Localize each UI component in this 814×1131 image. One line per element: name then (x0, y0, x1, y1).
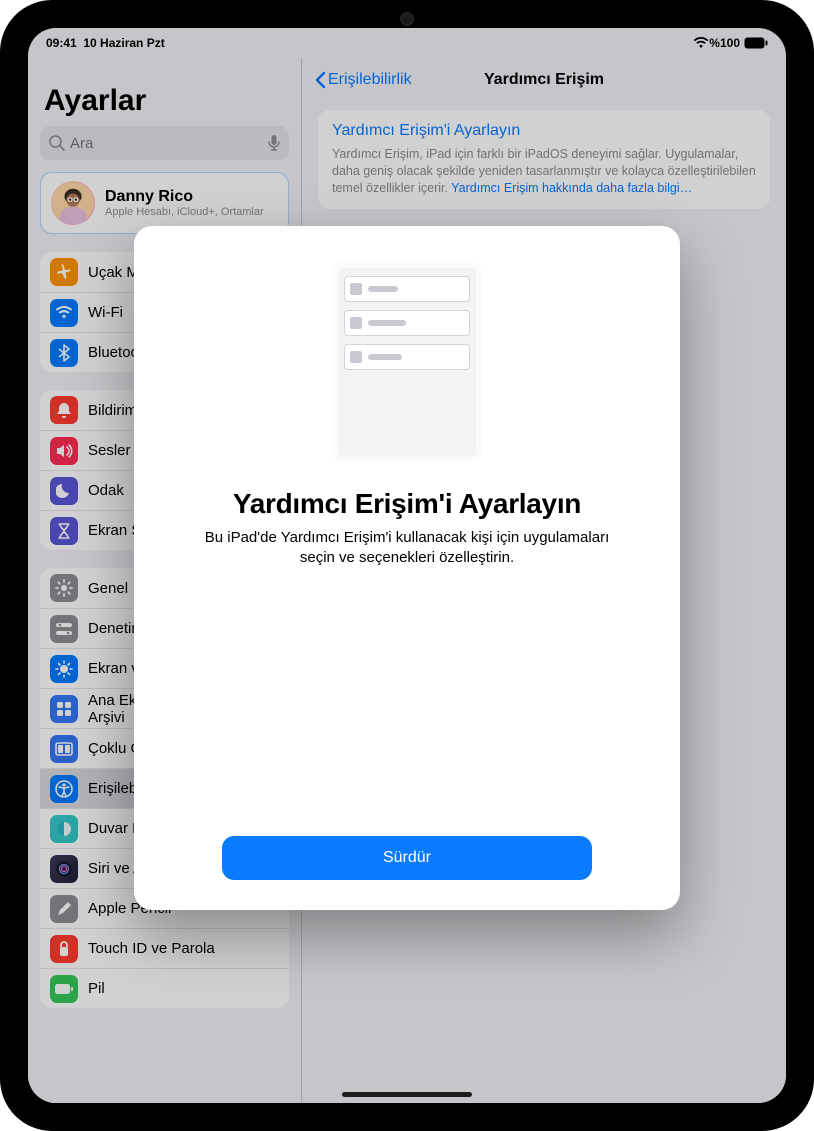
home-indicator[interactable] (342, 1092, 472, 1097)
front-camera (402, 14, 412, 24)
modal-title: Yardımcı Erişim'i Ayarlayın (233, 488, 581, 520)
modal-body: Bu iPad'de Yardımcı Erişim'i kullanacak … (197, 528, 617, 569)
continue-button[interactable]: Sürdür (222, 836, 592, 880)
modal-illustration (332, 262, 482, 462)
assistive-access-setup-modal: Yardımcı Erişim'i Ayarlayın Bu iPad'de Y… (134, 226, 680, 910)
